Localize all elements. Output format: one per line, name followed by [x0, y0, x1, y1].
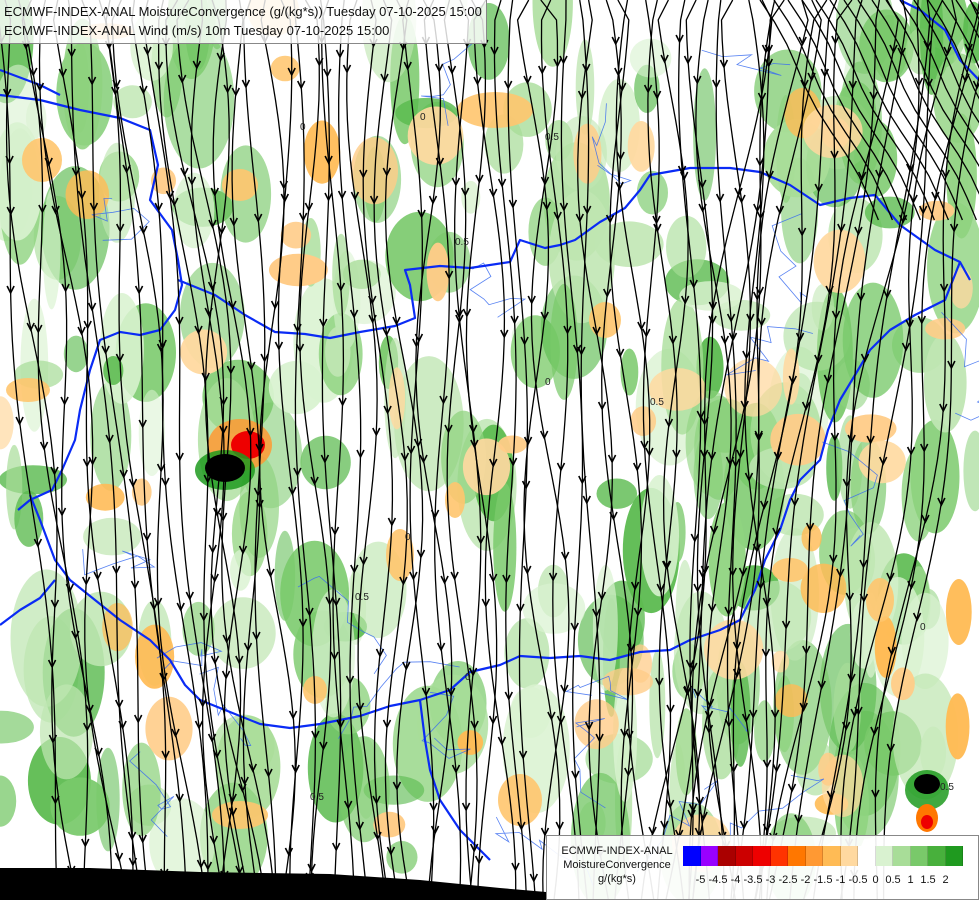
color-legend: ECMWF-INDEX-ANAL MoistureConvergence g/(…	[546, 835, 979, 900]
divergence-area	[949, 267, 973, 309]
divergence-area	[65, 170, 110, 219]
divergence-area	[145, 696, 193, 761]
legend-text: ECMWF-INDEX-ANAL MoistureConvergence g/(…	[553, 844, 681, 886]
legend-tick: -4.5	[708, 874, 728, 886]
legend-swatch	[875, 846, 893, 866]
legend-model: ECMWF-INDEX-ANAL	[561, 845, 673, 857]
contour-label: 0.5	[310, 792, 324, 803]
contour-label: 0.5	[455, 237, 469, 248]
legend-tick: 0.5	[885, 874, 901, 886]
legend-swatch	[840, 846, 858, 866]
legend-tick: -1	[835, 874, 846, 886]
legend-tick: -2.5	[778, 874, 798, 886]
legend-tick: -2	[800, 874, 811, 886]
title-wind: ECMWF-INDEX-ANAL Wind (m/s) 10m Tuesday …	[4, 23, 390, 38]
legend-tick-labels: -5 -4.5 -4 -3.5 -3 -2.5 -2 -1.5 -1 -0.5 0 0.5 1 1.5 2	[683, 874, 979, 888]
legend-swatch	[858, 846, 876, 866]
hotspot-se-black	[914, 774, 940, 794]
legend-swatch	[823, 846, 841, 866]
contour-label: 0.5	[650, 397, 664, 408]
legend-tick: -3	[765, 874, 776, 886]
legend-color-swatches	[683, 846, 963, 866]
legend-swatch	[788, 846, 806, 866]
legend-swatch	[805, 846, 823, 866]
map-title-box: ECMWF-INDEX-ANAL MoistureConvergence (g/…	[0, 0, 487, 44]
convergence-area	[550, 283, 578, 400]
convergence-area	[708, 501, 746, 617]
contour-label: 0	[300, 122, 306, 133]
legend-unit: g/(kg*s)	[598, 873, 636, 885]
legend-swatch	[700, 846, 718, 866]
legend-tick: 1	[907, 874, 914, 886]
legend-swatch	[945, 846, 963, 866]
contour-label: 0.5	[940, 782, 954, 793]
convergence-area	[210, 597, 276, 669]
hotspot-se-red	[921, 815, 933, 829]
convergence-area	[666, 215, 707, 278]
legend-tick: -1.5	[813, 874, 833, 886]
legend-tick: 0	[872, 874, 879, 886]
legend-tick: -4	[730, 874, 741, 886]
legend-swatch	[770, 846, 788, 866]
divergence-area	[498, 435, 527, 454]
contour-label: 0	[545, 377, 551, 388]
divergence-area	[457, 730, 484, 755]
divergence-area	[945, 693, 970, 760]
legend-swatch	[928, 846, 946, 866]
title-moisture-convergence: ECMWF-INDEX-ANAL MoistureConvergence (g/…	[4, 4, 482, 19]
convergence-area	[493, 482, 517, 612]
legend-swatch	[718, 846, 736, 866]
contour-label: 0	[465, 672, 471, 683]
contour-label: 0.5	[355, 592, 369, 603]
legend-tick: 1.5	[920, 874, 936, 886]
legend-swatch	[735, 846, 753, 866]
legend-swatch	[683, 846, 701, 866]
legend-swatch	[910, 846, 928, 866]
divergence-area	[891, 667, 915, 701]
moisture-convergence-map: 0 0.5 0 0.5 0 0.5 0 0.5 0 0.5 0 0.5	[0, 0, 979, 900]
convergence-area	[754, 700, 775, 762]
divergence-area	[303, 120, 341, 184]
legend-tick: -3.5	[743, 874, 763, 886]
legend-parameter: MoistureConvergence	[563, 859, 671, 871]
legend-swatch	[753, 846, 771, 866]
legend-swatch	[893, 846, 911, 866]
legend-tick: -5	[695, 874, 706, 886]
convergence-area	[596, 478, 638, 509]
divergence-area	[945, 579, 972, 645]
contour-label: 0.5	[545, 132, 559, 143]
legend-tick: -0.5	[848, 874, 868, 886]
legend-tick: 2	[942, 874, 949, 886]
contour-label: 0	[420, 112, 426, 123]
divergence-area	[574, 699, 619, 750]
contour-label: 0	[920, 622, 926, 633]
divergence-area	[724, 358, 782, 417]
convergence-area	[675, 559, 695, 675]
contour-label: 0	[405, 532, 411, 543]
